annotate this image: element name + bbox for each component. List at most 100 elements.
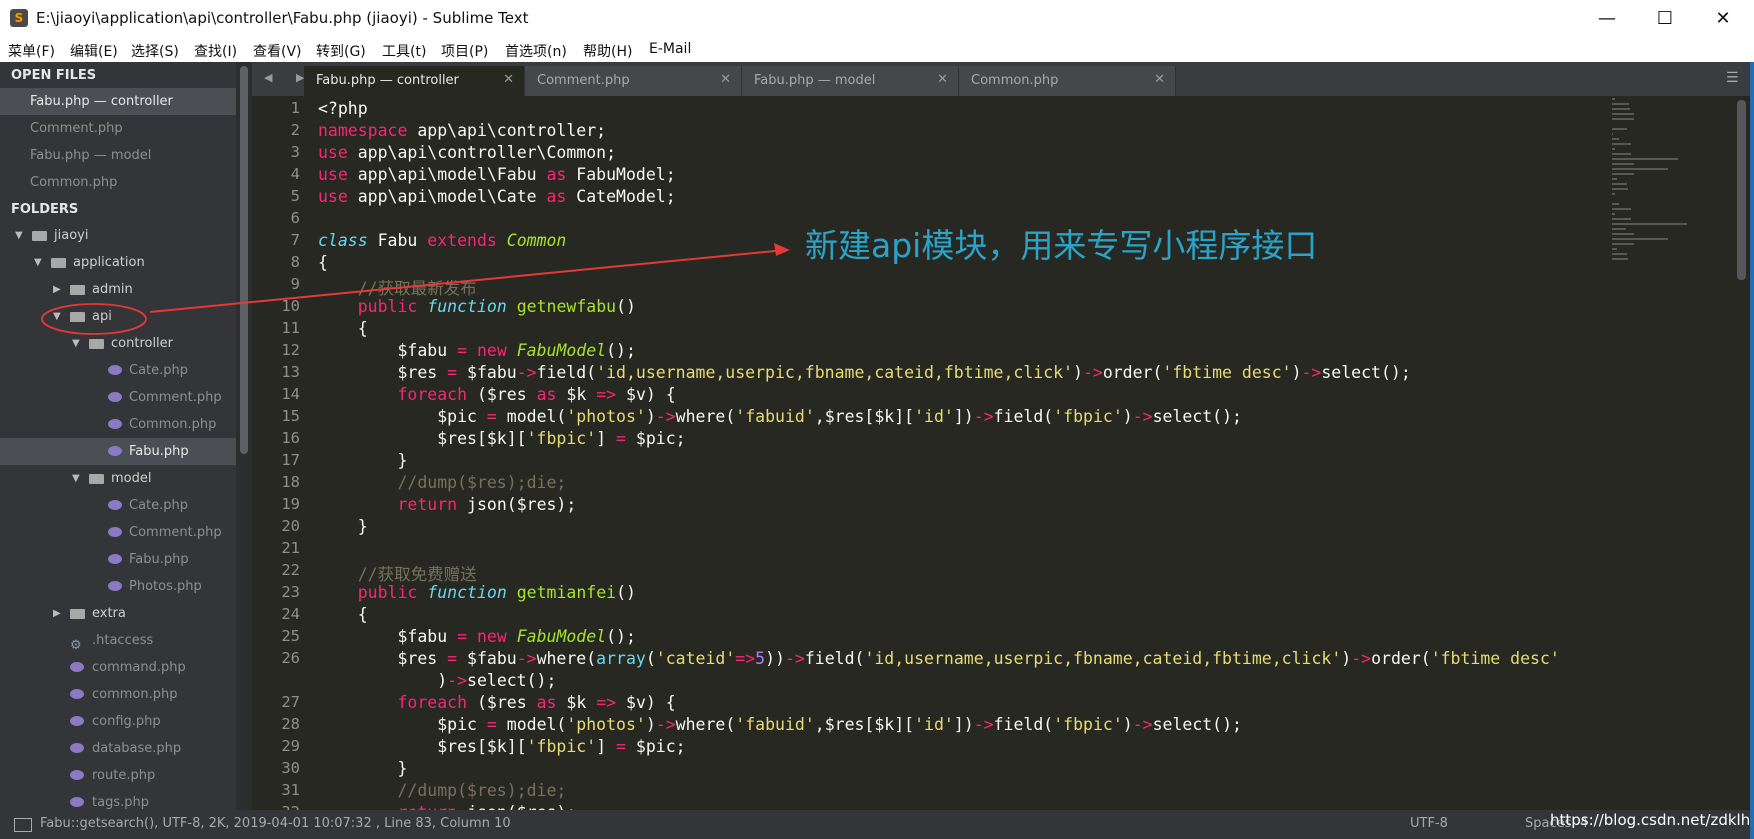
code-line[interactable]: $res[$k]['fbpic'] = $pic; (318, 737, 685, 756)
tree-label: Cate.php (129, 363, 189, 378)
menu-email[interactable]: E-Mail (649, 41, 691, 57)
open-file-item[interactable]: Fabu.php — model (0, 142, 236, 169)
tree-file[interactable]: ⚙ .htaccess (0, 627, 236, 654)
code-line[interactable]: } (318, 759, 407, 778)
close-icon[interactable]: ✕ (937, 72, 948, 87)
tree-folder[interactable]: ▼ model (0, 465, 236, 492)
minimize-button[interactable]: — (1578, 0, 1636, 38)
code-line[interactable]: $pic = model('photos')->where('fabuid',$… (318, 715, 1242, 734)
code-editor[interactable]: 1 2 3 4 5 6 7 8 9 10 11 12 13 14 15 16 17 18 19 20 21 22 23 24 2… (252, 96, 1754, 810)
tree-file[interactable]: Cate.php (0, 357, 236, 384)
php-file-icon (70, 743, 84, 753)
tab-fabu-model[interactable]: Fabu.php — model ✕ (742, 66, 959, 96)
code-line[interactable]: use app\api\model\Cate as CateModel; (318, 187, 676, 206)
code-line[interactable]: return json($res); (318, 495, 576, 514)
tree-folder[interactable]: ▼ api (0, 303, 236, 330)
tab-common[interactable]: Common.php ✕ (959, 66, 1176, 96)
tree-file[interactable]: Comment.php (0, 384, 236, 411)
code-line[interactable]: $pic = model('photos')->where('fabuid',$… (318, 407, 1242, 426)
panel-toggle-icon[interactable] (14, 818, 32, 832)
tab-nav-arrows[interactable]: ◀ ▶ (264, 71, 314, 84)
open-file-item[interactable]: Comment.php (0, 115, 236, 142)
php-file-icon (108, 500, 122, 510)
code-line[interactable]: return json($res); (318, 803, 576, 810)
code-line[interactable]: foreach ($res as $k => $v) { (318, 385, 675, 404)
close-icon[interactable]: ✕ (503, 72, 514, 87)
code-line[interactable]: )->select(); (318, 671, 556, 690)
code-line[interactable]: $res = $fabu->where(array('cateid'=>5))-… (318, 649, 1559, 668)
code-line[interactable]: //获取免费赠送 (318, 561, 477, 585)
tab-menu-icon[interactable]: ☰ (1726, 70, 1739, 86)
code-line[interactable]: //dump($res);die; (318, 781, 566, 800)
tree-folder[interactable]: ▼ application (0, 249, 236, 276)
tree-file[interactable]: command.php (0, 654, 236, 681)
sidebar-scrollbar[interactable] (240, 66, 248, 454)
close-button[interactable]: ✕ (1694, 0, 1752, 38)
code-line[interactable]: $fabu = new FabuModel(); (318, 341, 635, 360)
code-line[interactable]: { (318, 253, 328, 272)
code-token: ) (1122, 715, 1133, 734)
tree-file[interactable]: Fabu.php (0, 546, 236, 573)
status-encoding[interactable]: UTF-8 (1410, 816, 1448, 831)
code-line[interactable]: use app\api\model\Fabu as FabuModel; (318, 165, 676, 184)
open-file-item[interactable]: Fabu.php — controller (0, 88, 236, 115)
code-token: app\api\model\Cate (347, 187, 547, 206)
tree-folder[interactable]: ▼ jiaoyi (0, 222, 236, 249)
tab-fabu-controller[interactable]: Fabu.php — controller ✕ (304, 66, 525, 96)
close-icon[interactable]: ✕ (1154, 72, 1165, 87)
tree-file[interactable]: Comment.php (0, 519, 236, 546)
tree-file[interactable]: Photos.php (0, 573, 236, 600)
code-line[interactable]: $res = $fabu->field('id,username,userpic… (318, 363, 1410, 382)
tree-folder[interactable]: ▶ extra (0, 600, 236, 627)
code-line[interactable]: namespace app\api\controller; (318, 121, 606, 140)
maximize-button[interactable]: ☐ (1636, 0, 1694, 38)
code-line[interactable]: //dump($res);die; (318, 473, 566, 492)
code-line[interactable]: $res[$k]['fbpic'] = $pic; (318, 429, 685, 448)
code-line[interactable]: public function getnewfabu() (318, 297, 636, 316)
code-token: as (536, 693, 557, 712)
code-token: -> (655, 407, 676, 426)
close-icon[interactable]: ✕ (720, 72, 731, 87)
code-line[interactable]: //获取最新发布 (318, 275, 477, 299)
menu-selection[interactable]: 选择(S) (131, 41, 179, 61)
code-line[interactable]: use app\api\controller\Common; (318, 143, 616, 162)
editor-scrollbar[interactable] (1737, 100, 1746, 280)
code-line[interactable]: class Fabu extends Common (318, 231, 566, 250)
tree-file[interactable]: Cate.php (0, 492, 236, 519)
minimap[interactable] (1610, 96, 1700, 276)
code-line[interactable]: } (318, 451, 407, 470)
tree-file[interactable]: config.php (0, 708, 236, 735)
open-file-item[interactable]: Common.php (0, 169, 236, 196)
code-line[interactable]: foreach ($res as $k => $v) { (318, 693, 675, 712)
code-line[interactable]: <?php (318, 99, 368, 118)
code-line[interactable]: { (318, 319, 368, 338)
menu-edit[interactable]: 编辑(E) (70, 41, 118, 61)
menu-file[interactable]: 菜单(F) (8, 41, 55, 61)
code-line[interactable]: { (318, 605, 368, 624)
tree-file[interactable]: route.php (0, 762, 236, 789)
tree-file[interactable]: tags.php (0, 789, 236, 810)
minimap-line (1612, 108, 1630, 110)
tab-comment[interactable]: Comment.php ✕ (525, 66, 742, 96)
menu-view[interactable]: 查看(V) (253, 41, 302, 61)
line-number: 20 (281, 517, 300, 535)
code-token: use (318, 165, 348, 184)
code-line[interactable]: $fabu = new FabuModel(); (318, 627, 635, 646)
tree-file[interactable]: Common.php (0, 411, 236, 438)
menu-help[interactable]: 帮助(H) (583, 41, 632, 61)
menu-tools[interactable]: 工具(t) (382, 41, 426, 61)
menu-preferences[interactable]: 首选项(n) (505, 41, 567, 61)
menu-project[interactable]: 项目(P) (441, 41, 488, 61)
tree-file[interactable]: database.php (0, 735, 236, 762)
tree-folder[interactable]: ▼ controller (0, 330, 236, 357)
code-line[interactable]: } (318, 517, 368, 536)
tree-file[interactable]: common.php (0, 681, 236, 708)
tree-label: Cate.php (129, 498, 189, 513)
code-line[interactable]: public function getmianfei() (318, 583, 636, 602)
menu-find[interactable]: 查找(I) (194, 41, 237, 61)
menu-goto[interactable]: 转到(G) (316, 41, 366, 61)
tree-folder[interactable]: ▶ admin (0, 276, 236, 303)
code-area[interactable]: <?php namespace app\api\controller; use ap… (318, 96, 1618, 810)
tree-file[interactable]: Fabu.php (0, 438, 236, 465)
